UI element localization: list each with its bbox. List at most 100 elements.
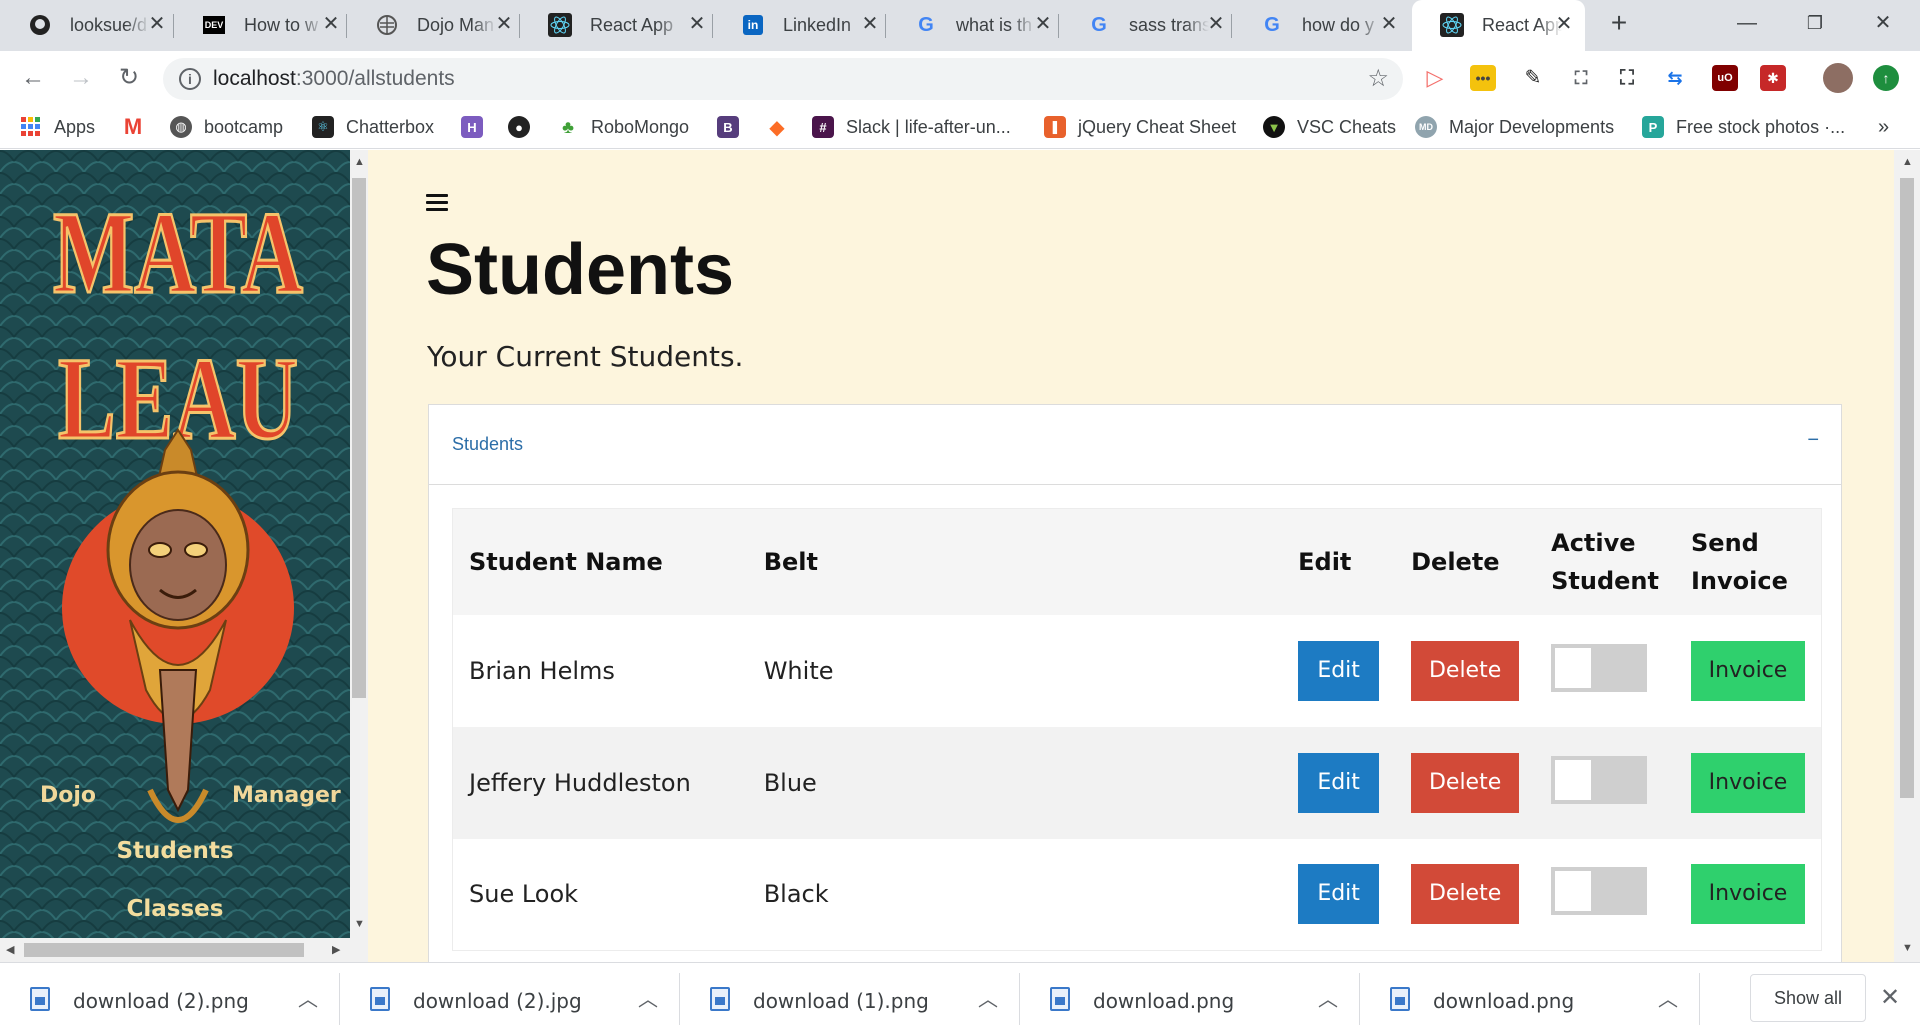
tab-2[interactable]: DEV How to w ✕ [174,0,347,51]
bookmark-github[interactable]: ● [508,113,542,141]
collapse-icon[interactable]: − [1807,429,1819,452]
notes-extension-icon[interactable]: ••• [1470,65,1496,91]
bookmark-chatterbox[interactable]: ⚛ Chatterbox [312,113,434,141]
show-all-button[interactable]: Show all [1750,974,1866,1022]
back-arrow-icon[interactable]: ← [18,63,48,93]
close-icon[interactable]: ✕ [1377,12,1401,36]
bookmark-vsc[interactable]: ▼ VSC Cheats [1263,113,1396,141]
edit-button[interactable]: Edit [1298,752,1380,813]
minimize-icon[interactable]: — [1732,8,1762,38]
tab-8[interactable]: G how do y ✕ [1232,0,1412,51]
update-arrow-icon[interactable]: ↑ [1873,65,1899,91]
window-close-icon[interactable]: ✕ [1868,8,1898,38]
invoice-button[interactable]: Invoice [1691,752,1805,813]
close-icon[interactable]: ✕ [685,12,709,36]
bookmark-slack[interactable]: # Slack | life-after-un... [812,113,1011,141]
chevron-up-icon[interactable]: ︿ [298,983,318,1012]
close-icon[interactable]: ✕ [1880,983,1900,1012]
download-item[interactable]: download.png ︿ [1360,963,1700,1035]
more-bookmarks-chevron-icon[interactable]: » [1878,113,1889,141]
bookmark-gitlab[interactable]: ◆ [766,113,800,141]
scroll-right-arrow-icon[interactable]: ▶ [332,943,340,956]
hamburger-menu-icon[interactable] [426,194,448,212]
bookmark-label: Chatterbox [346,116,435,137]
scrollbar-thumb[interactable] [1900,178,1914,798]
nav-students-link[interactable]: Students [0,838,350,864]
bookmark-major-developments[interactable]: MD Major Developments [1415,113,1614,141]
nav-classes-link[interactable]: Classes [0,896,350,922]
panel-header[interactable]: Students − [429,405,1841,485]
forward-arrow-icon[interactable]: → [66,63,96,93]
close-icon[interactable]: ✕ [319,12,343,36]
avatar[interactable] [1823,63,1853,93]
new-tab-plus-icon[interactable]: + [1604,8,1634,38]
scroll-down-arrow-icon[interactable]: ▼ [1902,942,1913,954]
cast-extension-icon[interactable]: ▷ [1422,65,1448,91]
bookmark-h[interactable]: H [461,113,495,141]
google-icon: G [1264,13,1280,36]
address-bar[interactable]: i localhost:3000/allstudents ☆ [163,58,1403,100]
active-student-toggle[interactable] [1551,755,1648,804]
scrollbar-thumb[interactable] [352,178,366,698]
scroll-up-arrow-icon[interactable]: ▲ [1902,156,1913,168]
close-icon[interactable]: ✕ [858,12,882,36]
bookmark-robomongo[interactable]: ♣ RoboMongo [557,113,689,141]
edit-button[interactable]: Edit [1298,864,1380,925]
active-student-toggle[interactable] [1551,867,1648,916]
sidebar-vertical-scrollbar[interactable]: ▲ ▼ [350,150,368,938]
eyedropper-extension-icon[interactable]: ✎ [1520,65,1546,91]
invoice-button[interactable]: Invoice [1691,864,1805,925]
tab-1[interactable]: looksue/d ✕ [0,0,174,51]
bookmark-bootstrap[interactable]: B [717,113,751,141]
bookmark-jquery[interactable]: ❚ jQuery Cheat Sheet [1044,113,1236,141]
download-item[interactable]: download (2).png ︿ [0,963,340,1035]
tab-active[interactable]: React App ✕ [1412,0,1585,51]
close-icon[interactable]: ✕ [492,12,516,36]
ublock-icon[interactable]: uO [1712,65,1738,91]
url-text[interactable]: localhost:3000/allstudents [213,67,455,91]
close-icon[interactable]: ✕ [1204,12,1228,36]
scroll-down-arrow-icon[interactable]: ▼ [354,918,365,930]
bookmark-gmail[interactable]: M [122,113,156,141]
download-item[interactable]: download.png ︿ [1020,963,1360,1035]
scroll-up-arrow-icon[interactable]: ▲ [354,156,365,168]
panel-title[interactable]: Students [452,434,523,455]
delete-button[interactable]: Delete [1411,752,1520,813]
tab-5[interactable]: in LinkedIn ✕ [713,0,886,51]
invoice-button[interactable]: Invoice [1691,640,1805,701]
bookmark-apps[interactable]: Apps [20,113,95,141]
tab-4[interactable]: React App ✕ [520,0,713,51]
chevron-up-icon[interactable]: ︿ [978,983,998,1012]
puzzle-extension-icon[interactable]: ✱ [1760,65,1786,91]
close-icon[interactable]: ✕ [1031,12,1055,36]
close-icon[interactable]: ✕ [1552,12,1576,36]
tab-6[interactable]: G what is th ✕ [886,0,1059,51]
active-student-toggle[interactable] [1551,643,1648,692]
image-file-icon [370,987,390,1011]
tab-7[interactable]: G sass trans ✕ [1059,0,1232,51]
page-vertical-scrollbar[interactable]: ▲ ▼ [1894,150,1920,962]
bookmark-pexels[interactable]: P Free stock photos ·... [1642,113,1845,141]
tab-3[interactable]: Dojo Man ✕ [347,0,520,51]
reload-icon[interactable]: ↻ [114,63,144,93]
swap-extension-icon[interactable]: ⇆ [1662,65,1688,91]
close-icon[interactable]: ✕ [145,12,169,36]
scrollbar-thumb[interactable] [24,943,304,957]
scroll-left-arrow-icon[interactable]: ◀ [6,943,14,956]
info-icon[interactable]: i [179,68,201,90]
chevron-up-icon[interactable]: ︿ [638,983,658,1012]
chevron-up-icon[interactable]: ︿ [1318,983,1338,1012]
restore-icon[interactable]: ❐ [1800,8,1830,38]
sidebar-horizontal-scrollbar[interactable]: ◀ ▶ [0,938,368,962]
download-item[interactable]: download (2).jpg ︿ [340,963,680,1035]
download-item[interactable]: download (1).png ︿ [680,963,1020,1035]
vsc-icon: ▼ [1263,116,1285,138]
bookmark-bootcamp[interactable]: ◍ bootcamp [170,113,283,141]
screenshot-extension-icon[interactable]: ⛶ [1568,65,1594,91]
fullscreen-extension-icon[interactable]: ⛶ [1614,65,1640,91]
delete-button[interactable]: Delete [1411,640,1520,701]
delete-button[interactable]: Delete [1411,864,1520,925]
edit-button[interactable]: Edit [1298,640,1380,701]
chevron-up-icon[interactable]: ︿ [1658,983,1678,1012]
bookmark-star-icon[interactable]: ☆ [1367,65,1389,93]
